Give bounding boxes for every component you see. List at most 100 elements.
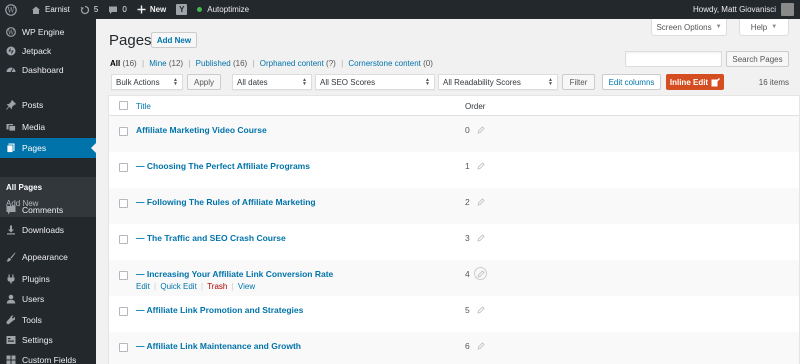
wordpress-icon: W [5, 3, 17, 16]
apply-button[interactable]: Apply [187, 74, 221, 90]
add-new-button[interactable]: Add New [151, 32, 197, 48]
view-link[interactable]: View [238, 282, 255, 291]
edit-columns-button[interactable]: Edit columns [602, 74, 661, 90]
sidebar-item-label: Comments [22, 205, 64, 215]
sidebar-item-dashboard[interactable]: Dashboard [0, 60, 96, 80]
seo-scores-value: All SEO Scores [320, 77, 376, 87]
sidebar-item-media[interactable]: Media [0, 117, 96, 137]
edit-order-icon[interactable] [475, 304, 486, 315]
users-icon [5, 294, 16, 305]
column-title-header[interactable]: Title [136, 102, 151, 111]
row-checkbox[interactable] [119, 271, 128, 280]
row-actions: Edit | Quick Edit | Trash | View [136, 282, 255, 291]
sidebar-item-label: Plugins [22, 274, 50, 284]
page-title-link[interactable]: — Affiliate Link Maintenance and Growth [136, 341, 301, 351]
sidebar-item-jetpack[interactable]: Jetpack [0, 41, 96, 61]
sidebar-item-label: Custom Fields [22, 355, 77, 364]
account-menu[interactable]: Howdy, Matt Giovanisci [693, 0, 794, 19]
inline-edit-button[interactable]: Inline Edit [666, 74, 724, 90]
sidebar-item-label: Downloads [22, 225, 65, 235]
site-name-link[interactable]: Earnist [26, 0, 75, 19]
page-title-link[interactable]: — The Traffic and SEO Crash Course [136, 233, 286, 243]
row-checkbox[interactable] [119, 307, 128, 316]
order-value: 1 [465, 161, 470, 171]
screen-options-button[interactable]: Screen Options ▼ [651, 19, 727, 36]
plus-icon [137, 5, 146, 14]
row-checkbox[interactable] [119, 235, 128, 244]
sidebar-item-plugins[interactable]: Plugins [0, 269, 96, 289]
new-label: New [149, 5, 167, 14]
row-checkbox[interactable] [119, 343, 128, 352]
filter-all[interactable]: All [110, 59, 120, 68]
page-title-link[interactable]: Affiliate Marketing Video Course [136, 125, 267, 135]
search-input[interactable] [625, 51, 722, 67]
updates-link[interactable]: 5 [75, 0, 103, 19]
items-count: 16 items [758, 78, 789, 87]
sidebar-item-downloads[interactable]: Downloads [0, 220, 96, 240]
submenu-item-all-pages[interactable]: All Pages [6, 183, 42, 192]
seo-scores-select[interactable]: All SEO Scores ▲ ▼ [315, 74, 435, 90]
jetpack-icon [5, 46, 16, 57]
bulk-actions-select[interactable]: Bulk Actions ▲ ▼ [111, 74, 183, 90]
page-title-link[interactable]: — Affiliate Link Promotion and Strategie… [136, 305, 303, 315]
sidebar-item-settings[interactable]: Settings [0, 330, 96, 350]
custom-fields-icon [5, 355, 16, 364]
sidebar-item-custom-fields[interactable]: Custom Fields [0, 350, 96, 364]
pushpin-icon [5, 100, 16, 111]
help-button[interactable]: Help ▼ [739, 19, 789, 36]
edit-order-icon[interactable] [475, 232, 486, 243]
filter-orphaned[interactable]: Orphaned content [260, 59, 324, 68]
sidebar-item-users[interactable]: Users [0, 289, 96, 309]
sidebar-item-label: Tools [22, 315, 42, 325]
plugin-icon [5, 274, 16, 285]
edit-order-icon[interactable] [474, 267, 487, 280]
separator: | [141, 59, 145, 68]
filter-button[interactable]: Filter [562, 74, 595, 90]
wp-engine-icon: W [5, 27, 16, 38]
filter-all-count: (16) [122, 59, 137, 68]
media-icon [5, 122, 16, 133]
page-title-link[interactable]: — Choosing The Perfect Affiliate Program… [136, 161, 310, 171]
row-checkbox[interactable] [119, 163, 128, 172]
row-checkbox[interactable] [119, 127, 128, 136]
comments-link[interactable]: 0 [103, 0, 131, 19]
edit-order-icon[interactable] [475, 160, 486, 171]
select-all-checkbox[interactable] [119, 101, 128, 110]
separator: | [252, 59, 255, 68]
separator: | [188, 59, 191, 68]
quick-edit-link[interactable]: Quick Edit [160, 282, 196, 291]
autoptimize-menu[interactable]: Autoptimize [192, 0, 254, 19]
edit-order-icon[interactable] [475, 196, 486, 207]
table-row: — Choosing The Perfect Affiliate Program… [109, 152, 799, 188]
dates-select[interactable]: All dates ▲ ▼ [232, 74, 312, 90]
sidebar-item-appearance[interactable]: Appearance [0, 247, 96, 267]
yoast-menu[interactable]: Y [171, 0, 192, 19]
sidebar-item-wp-engine[interactable]: W WP Engine [0, 22, 96, 42]
sidebar-item-label: Appearance [22, 252, 68, 262]
page-title-link[interactable]: — Increasing Your Affiliate Link Convers… [136, 269, 333, 279]
table-row: Affiliate Marketing Video Course 0 [109, 116, 799, 152]
sidebar-item-posts[interactable]: Posts [0, 95, 96, 115]
separator: | [154, 282, 157, 291]
sidebar-item-tools[interactable]: Tools [0, 310, 96, 330]
new-content-link[interactable]: New [132, 0, 171, 19]
wordpress-logo[interactable]: W [0, 0, 26, 19]
edit-order-icon[interactable] [475, 124, 486, 135]
filter-published[interactable]: Published [196, 59, 231, 68]
search-pages-button[interactable]: Search Pages [726, 51, 789, 67]
edit-note-icon [711, 77, 721, 86]
sidebar-item-comments[interactable]: Comments [0, 200, 96, 220]
filter-cornerstone[interactable]: Cornerstone content [348, 59, 421, 68]
filter-mine[interactable]: Mine [149, 59, 166, 68]
row-checkbox[interactable] [119, 199, 128, 208]
readability-scores-select[interactable]: All Readability Scores ▲ ▼ [438, 74, 558, 90]
edit-order-icon[interactable] [475, 340, 486, 351]
help-label: Help [750, 22, 768, 32]
page-title-link[interactable]: — Following The Rules of Affiliate Marke… [136, 197, 316, 207]
trash-link[interactable]: Trash [207, 282, 227, 291]
select-arrows-icon: ▲ ▼ [548, 77, 553, 87]
separator: | [201, 282, 204, 291]
edit-link[interactable]: Edit [136, 282, 150, 291]
sidebar-item-pages[interactable]: Pages [0, 138, 96, 158]
status-filter-links: All (16) | Mine (12) | Published (16) | … [110, 59, 433, 68]
